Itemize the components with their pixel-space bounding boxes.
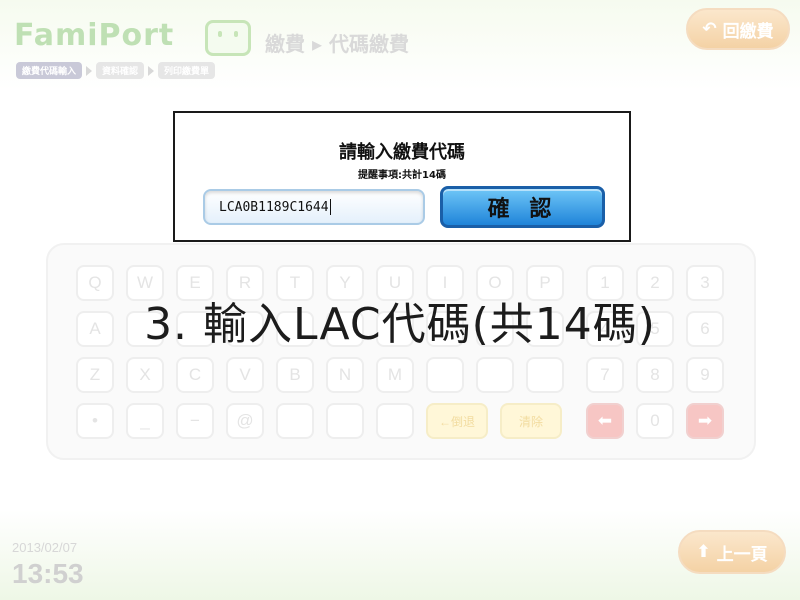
step-arrow-icon: [86, 65, 93, 76]
footer-time: 13:53: [12, 558, 84, 589]
keyboard-key[interactable]: @: [226, 403, 264, 439]
dialog-title: 請輸入繳費代碼: [339, 142, 465, 163]
step-indicator: 繳費代碼輸入 資料確認 列印繳費單: [16, 62, 216, 79]
back-to-payment-button[interactable]: ↶ 回繳費: [686, 8, 790, 50]
step-arrow-icon: [148, 65, 155, 76]
return-arrow-icon: ↶: [702, 19, 717, 39]
keyboard-key[interactable]: V: [226, 357, 264, 393]
previous-page-button[interactable]: ⬆ 上一頁: [678, 530, 786, 574]
keyboard-key[interactable]: [476, 357, 514, 393]
payment-code-value: LCA0B1189C1644: [219, 199, 329, 215]
step-print: 列印繳費單: [158, 62, 216, 79]
keyboard-key[interactable]: 清除: [500, 403, 562, 439]
footer-date: 2013/02/07: [12, 540, 78, 555]
keyboard-key[interactable]: [376, 403, 414, 439]
keyboard-key[interactable]: −: [176, 403, 214, 439]
payment-code-dialog: 請輸入繳費代碼 提醒事項:共計14碼 LCA0B1189C1644 確 認: [173, 111, 631, 242]
keyboard-key[interactable]: C: [176, 357, 214, 393]
smiley-logo-icon: [205, 20, 251, 56]
keyboard-key[interactable]: M: [376, 357, 414, 393]
keyboard-key[interactable]: ←倒退: [426, 403, 488, 439]
keyboard-key[interactable]: B: [276, 357, 314, 393]
keyboard-key[interactable]: •: [76, 403, 114, 439]
dialog-reminder: 提醒事項:共計14碼: [358, 170, 446, 181]
breadcrumb: 繳費 ▸ 代碼繳費: [265, 32, 409, 56]
keyboard-key[interactable]: 8: [636, 357, 674, 393]
text-caret: [329, 199, 331, 215]
keyboard-key[interactable]: [526, 357, 564, 393]
keyboard-key[interactable]: ⬅: [586, 403, 624, 439]
famiport-logo: FamiPort: [14, 18, 175, 53]
up-arrow-icon: ⬆: [696, 542, 711, 562]
keyboard-key[interactable]: _: [126, 403, 164, 439]
keyboard-key[interactable]: 0: [636, 403, 674, 439]
keyboard-key[interactable]: [426, 357, 464, 393]
payment-code-input[interactable]: LCA0B1189C1644: [203, 189, 425, 225]
keyboard-key[interactable]: [276, 403, 314, 439]
keyboard-key[interactable]: X: [126, 357, 164, 393]
keyboard-key[interactable]: ➡: [686, 403, 724, 439]
confirm-button[interactable]: 確 認: [440, 186, 605, 228]
back-button-label: 回繳費: [722, 21, 774, 42]
step-code-input: 繳費代碼輸入: [16, 62, 83, 79]
step-confirm: 資料確認: [96, 62, 145, 79]
instruction-overlay: 3. 輸入LAC代碼(共14碼): [144, 299, 656, 350]
keyboard-key[interactable]: [326, 403, 364, 439]
keyboard-key[interactable]: 7: [586, 357, 624, 393]
keyboard-key[interactable]: 9: [686, 357, 724, 393]
keyboard-key[interactable]: Z: [76, 357, 114, 393]
previous-page-label: 上一頁: [716, 544, 768, 565]
keyboard-key[interactable]: N: [326, 357, 364, 393]
